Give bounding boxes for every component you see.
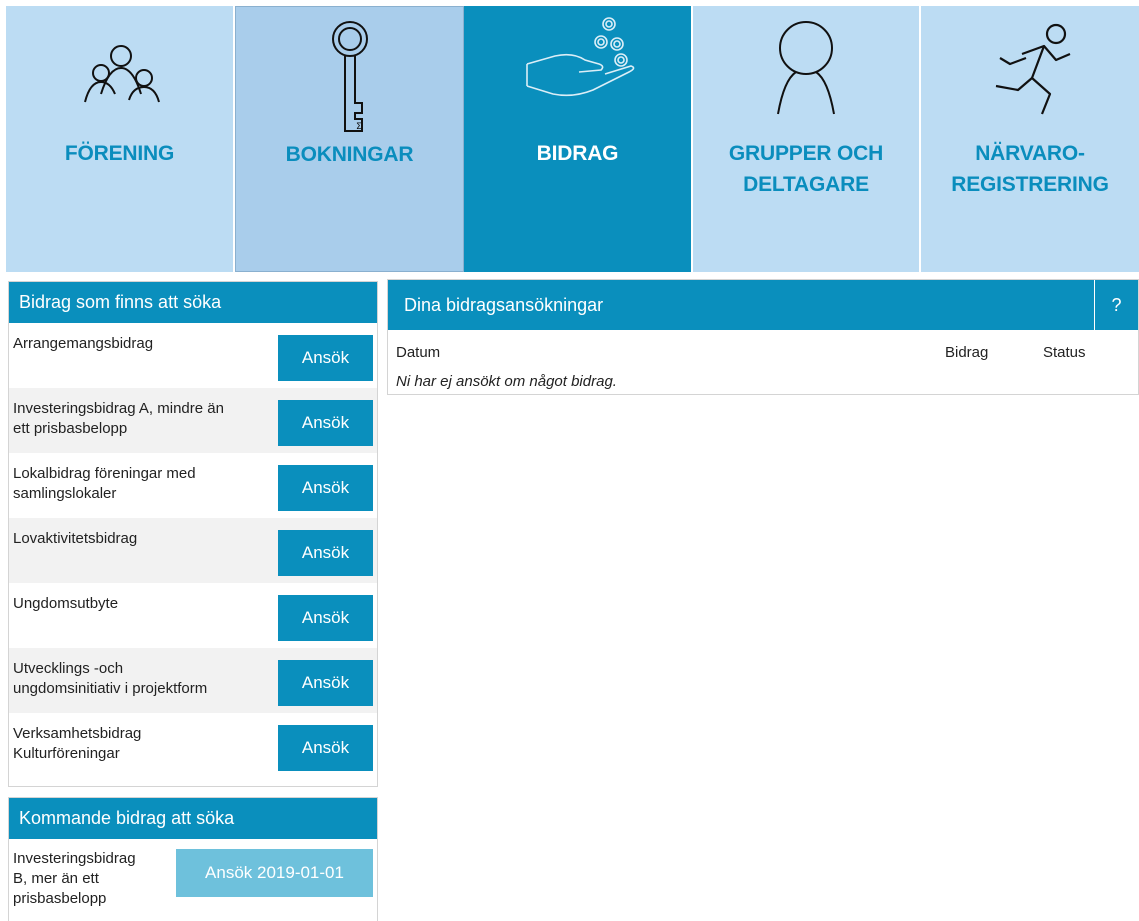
nav-label-bokningar: BOKNINGAR (285, 143, 414, 166)
nav-tile-narvaroregistrering[interactable]: NÄRVARO- REGISTRERING (921, 6, 1139, 272)
upcoming-grants-title: Kommande bidrag att söka (9, 798, 377, 839)
applications-title: Dina bidragsansökningar ? (388, 280, 1138, 330)
running-person-icon (970, 14, 1090, 129)
apply-button[interactable]: Ansök (278, 660, 373, 706)
your-applications-panel: Dina bidragsansökningar ? Datum Bidrag S… (387, 279, 1139, 395)
column-header-status: Status (1043, 344, 1086, 361)
svg-text:Σ: Σ (356, 122, 362, 132)
empty-applications-message: Ni har ej ansökt om något bidrag. (396, 373, 617, 390)
apply-button[interactable]: Ansök (278, 725, 373, 771)
available-grants-title: Bidrag som finns att söka (9, 282, 377, 323)
nav-label-bidrag: BIDRAG (536, 142, 619, 165)
apply-upcoming-button[interactable]: Ansök 2019-01-01 (176, 849, 373, 897)
list-item: Lovaktivitetsbidrag Ansök (9, 518, 377, 583)
list-item: Arrangemangsbidrag Ansök (9, 323, 377, 388)
grant-name: Investeringsbidrag B, mer än ett prisbas… (13, 850, 136, 907)
nav-label-forening: FÖRENING (64, 142, 175, 165)
list-item: Utvecklings -och ungdomsinitiativ i proje… (9, 648, 377, 713)
apply-button[interactable]: Ansök (278, 335, 373, 381)
key-icon: Σ (310, 15, 390, 140)
applications-title-text: Dina bidragsansökningar (404, 295, 604, 315)
list-item: Verksamhetsbidrag Kulturföreningar Ansök (9, 713, 377, 778)
person-icon (746, 14, 866, 129)
available-grants-panel: Bidrag som finns att söka Arrangemangsbi… (8, 281, 378, 787)
applications-table-header: Datum Bidrag Status (388, 330, 1138, 366)
apply-button[interactable]: Ansök (278, 400, 373, 446)
nav-label-narvaro: NÄRVARO- REGISTRERING (951, 142, 1109, 196)
grant-name: Verksamhetsbidrag Kulturföreningar (13, 725, 142, 762)
nav-tile-bidrag[interactable]: BIDRAG (464, 6, 693, 272)
list-item: Investeringsbidrag A, mindre än ett prisb… (9, 388, 377, 453)
column-header-grant: Bidrag (945, 344, 989, 361)
grant-name: Lovaktivitetsbidrag (13, 530, 138, 547)
upcoming-grants-panel: Kommande bidrag att söka Investeringsbid… (8, 797, 378, 921)
nav-tile-bokningar[interactable]: Σ BOKNINGAR (235, 6, 464, 272)
grant-name: Ungdomsutbyte (13, 595, 119, 612)
family-icon (65, 14, 175, 129)
grant-name: Arrangemangsbidrag (13, 335, 154, 352)
list-item: Lokalbidrag föreningar med samlingslokale… (9, 453, 377, 518)
grant-name: Lokalbidrag föreningar med samlingslokale… (13, 465, 196, 502)
nav-tile-grupper-och-deltagare[interactable]: GRUPPER OCH DELTAGARE (693, 6, 921, 272)
list-item: Ungdomsutbyte Ansök (9, 583, 377, 648)
main-navigation: FÖRENING Σ BOKNINGAR BIDRAG GRUPPER OCH … (6, 6, 1139, 272)
list-item: Investeringsbidrag B, mer än ett prisbas… (9, 839, 377, 919)
nav-tile-forening[interactable]: FÖRENING (6, 6, 235, 272)
column-header-date: Datum (396, 344, 441, 361)
apply-button[interactable]: Ansök (278, 465, 373, 511)
hand-coins-icon (513, 14, 643, 129)
apply-button[interactable]: Ansök (278, 530, 373, 576)
help-button[interactable]: ? (1094, 280, 1138, 330)
nav-label-grupper: GRUPPER OCH DELTAGARE (728, 142, 884, 196)
grant-name: Investeringsbidrag A, mindre än ett prisb… (13, 400, 224, 437)
grant-name: Utvecklings -och ungdomsinitiativ i proje… (13, 660, 208, 697)
apply-button[interactable]: Ansök (278, 595, 373, 641)
